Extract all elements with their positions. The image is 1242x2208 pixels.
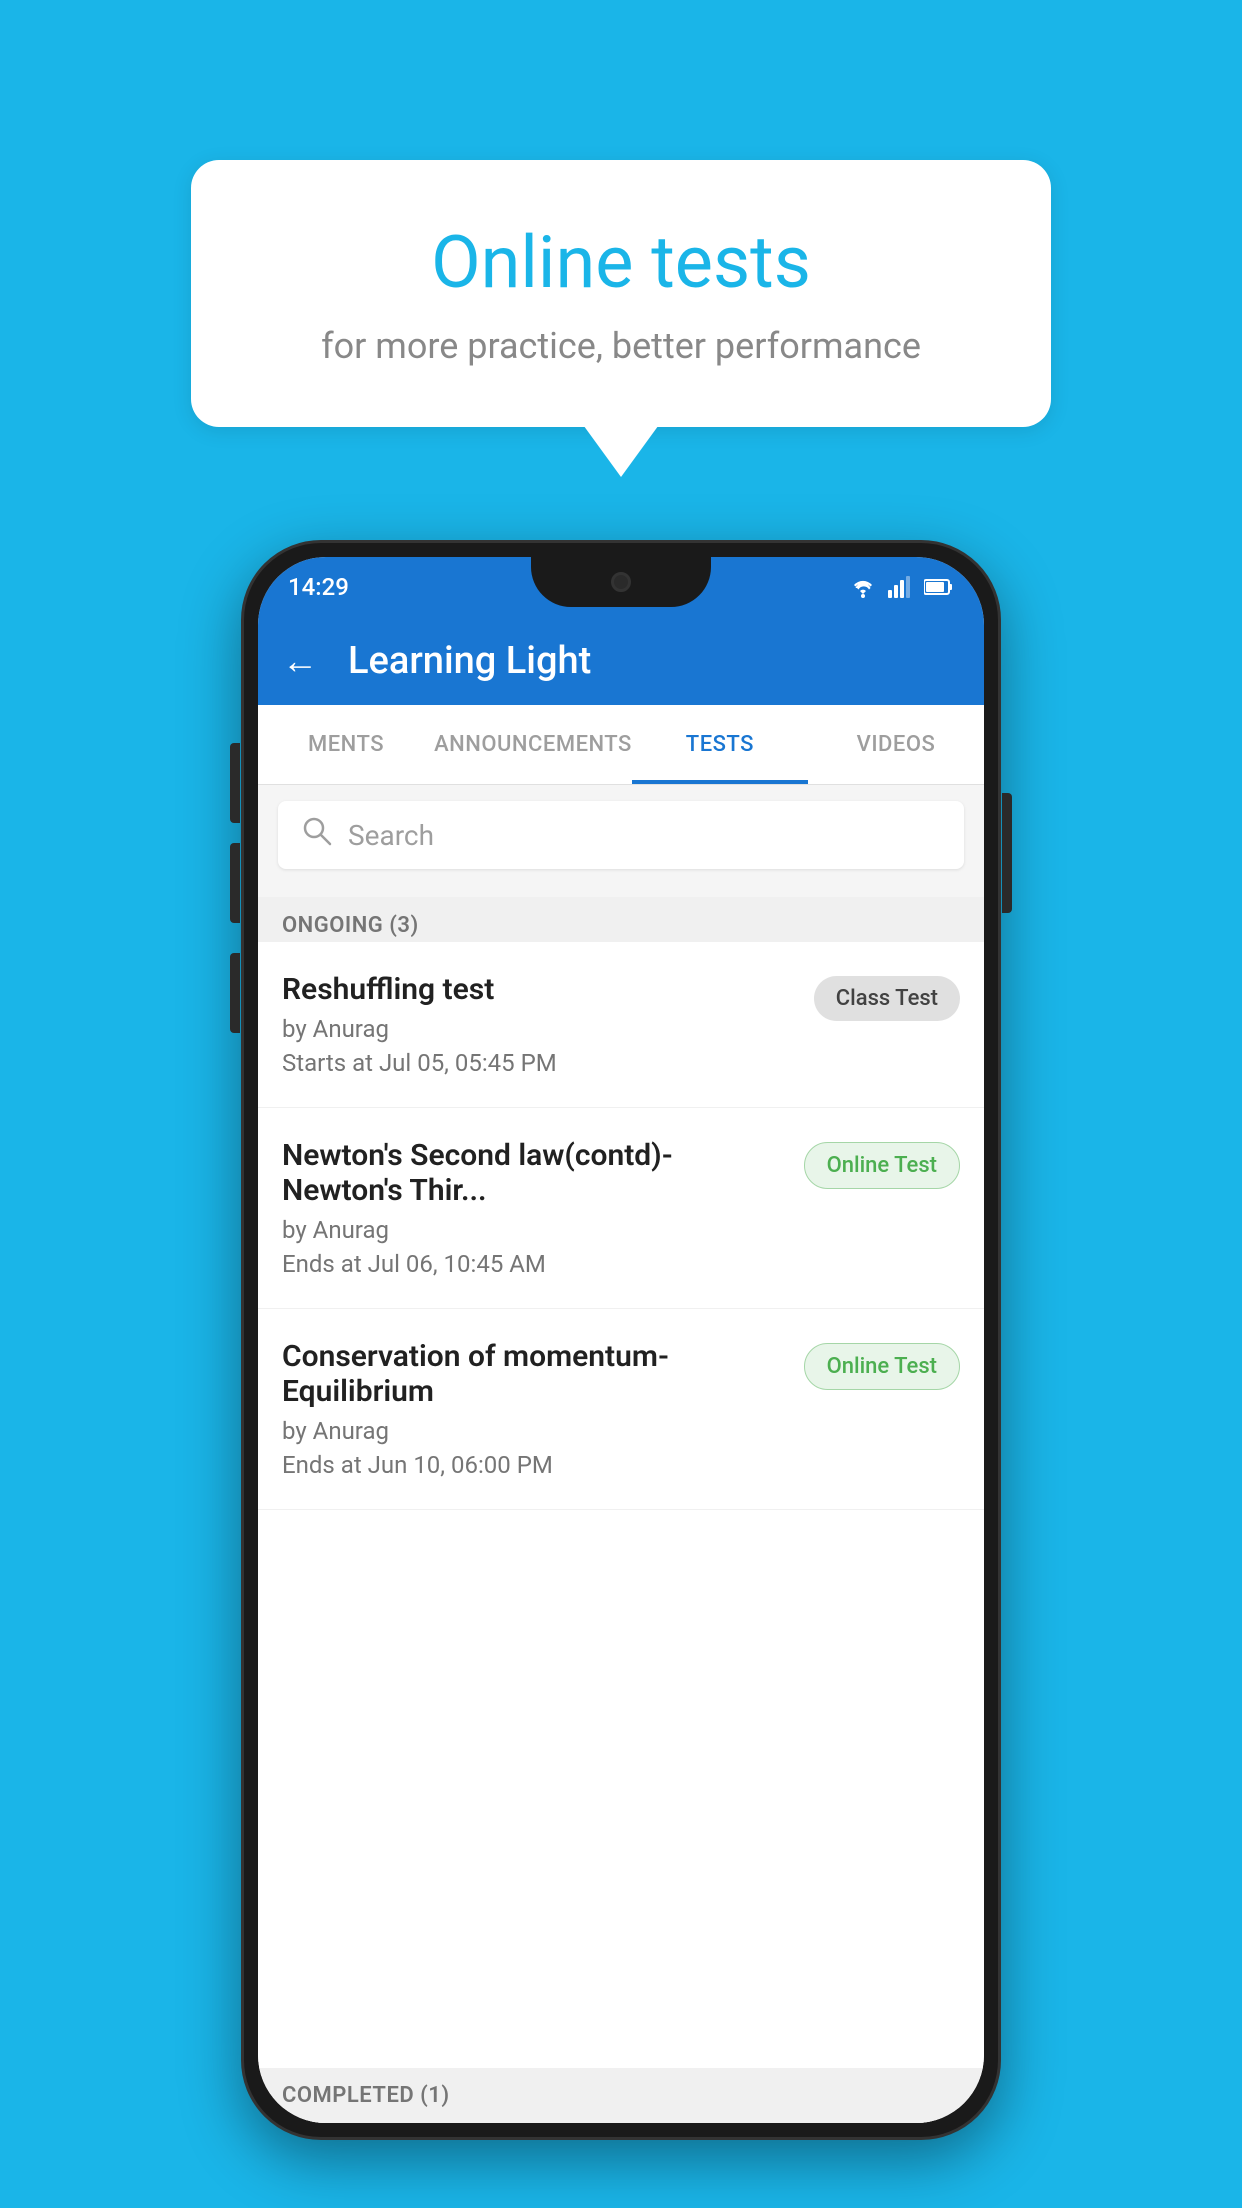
tab-videos[interactable]: VIDEOS [808,705,984,784]
app-header: ← Learning Light [258,617,984,705]
test-name-2: Newton's Second law(contd)-Newton's Thir… [282,1138,788,1208]
test-badge-2: Online Test [804,1142,960,1189]
tab-tests[interactable]: TESTS [632,705,808,784]
search-icon [302,816,332,854]
phone-screen: 14:29 [258,557,984,2123]
test-info-3: Conservation of momentum-Equilibrium by … [282,1339,788,1479]
back-button[interactable]: ← [282,640,318,682]
battery-icon [924,578,954,596]
status-time: 14:29 [288,573,349,601]
test-time-1: Starts at Jul 05, 05:45 PM [282,1049,798,1077]
test-item-1[interactable]: Reshuffling test by Anurag Starts at Jul… [258,942,984,1108]
test-item-3[interactable]: Conservation of momentum-Equilibrium by … [258,1309,984,1510]
test-badge-3: Online Test [804,1343,960,1390]
test-time-3: Ends at Jun 10, 06:00 PM [282,1451,788,1479]
volume-button [230,843,240,923]
speech-bubble: Online tests for more practice, better p… [191,160,1051,427]
tab-announcements[interactable]: ANNOUNCEMENTS [434,705,632,784]
bubble-subtitle: for more practice, better performance [271,325,971,367]
tab-bar: MENTS ANNOUNCEMENTS TESTS VIDEOS [258,705,984,785]
test-time-2: Ends at Jul 06, 10:45 AM [282,1250,788,1278]
test-item-2[interactable]: Newton's Second law(contd)-Newton's Thir… [258,1108,984,1309]
test-list: Reshuffling test by Anurag Starts at Jul… [258,942,984,2123]
completed-label: COMPLETED (1) [282,2083,450,2108]
volume-button-2 [230,953,240,1033]
notch [531,557,711,607]
phone-body: 14:29 [241,540,1001,2140]
speech-bubble-container: Online tests for more practice, better p… [191,160,1051,427]
completed-section: COMPLETED (1) [258,2068,984,2123]
tab-ments[interactable]: MENTS [258,705,434,784]
test-info-1: Reshuffling test by Anurag Starts at Jul… [282,972,798,1077]
status-icons [848,576,954,598]
app-title: Learning Light [348,639,591,683]
test-info-2: Newton's Second law(contd)-Newton's Thir… [282,1138,788,1278]
test-name-3: Conservation of momentum-Equilibrium [282,1339,788,1409]
search-bar[interactable]: Search [278,801,964,869]
ongoing-label: ONGOING (3) [282,913,419,938]
phone-mockup: 14:29 [241,540,1001,2140]
signal-icon [888,576,914,598]
test-badge-1: Class Test [814,976,960,1021]
bubble-title: Online tests [271,220,971,305]
front-camera [611,572,631,592]
wifi-icon [848,576,878,598]
search-container: Search [258,785,984,885]
test-name-1: Reshuffling test [282,972,798,1007]
test-author-3: by Anurag [282,1417,788,1445]
test-author-2: by Anurag [282,1216,788,1244]
search-input-placeholder: Search [348,819,434,852]
test-author-1: by Anurag [282,1015,798,1043]
